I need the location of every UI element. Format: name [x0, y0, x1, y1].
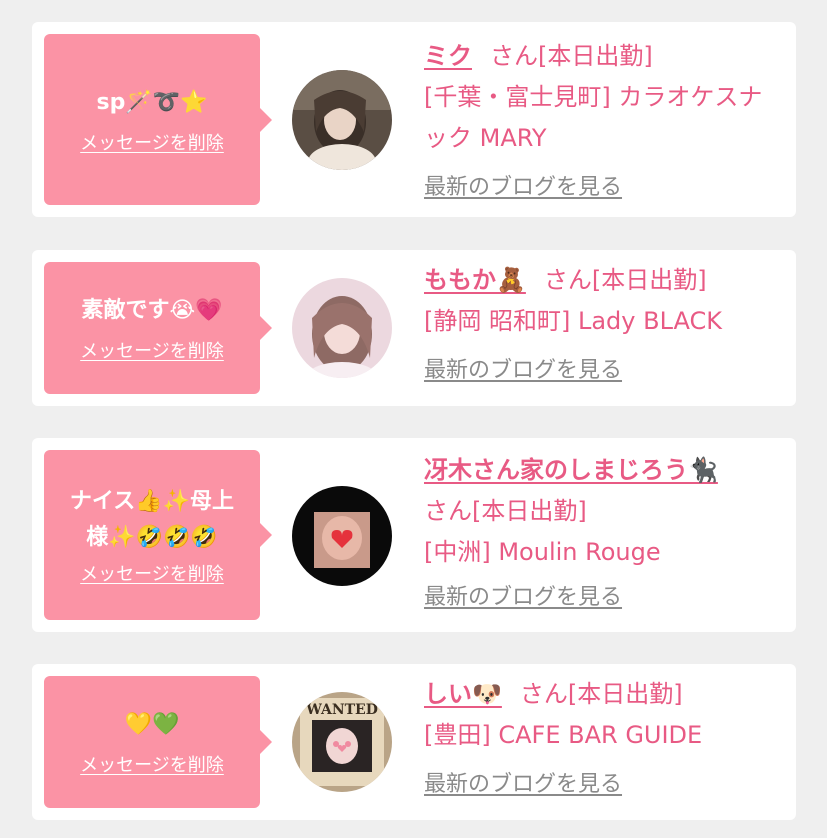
message-bubble: ナイス👍✨母上 様✨🤣🤣🤣 メッセージを削除 [44, 450, 272, 620]
message-text: 💛💚 [124, 712, 180, 737]
latest-blog-link[interactable]: 最新のブログを見る [424, 579, 622, 611]
message-text: 素敵です😭💗 [81, 298, 223, 323]
delete-message-link[interactable]: メッセージを削除 [80, 129, 224, 155]
girl-name-link[interactable]: 冴木さん家のしまじろう🐈‍⬛ [424, 456, 718, 484]
message-text-line: 様✨🤣🤣🤣 [86, 525, 218, 550]
message-bubble: 素敵です😭💗 メッセージを削除 [44, 262, 272, 394]
girl-info: 冴木さん家のしまじろう🐈‍⬛ さん[本日出勤] [中洲] Moulin Roug… [424, 450, 774, 611]
status-text: さん[本日出勤] [424, 497, 587, 525]
latest-blog-link[interactable]: 最新のブログを見る [424, 352, 622, 384]
girl-info: ももか🧸 さん[本日出勤] [静岡 昭和町] Lady BLACK 最新のブログを… [424, 260, 774, 384]
girl-name-link[interactable]: ミク [424, 42, 472, 70]
message-bubble: 💛💚 メッセージを削除 [44, 676, 272, 808]
message-card: sp🪄➰⭐️ メッセージを削除 ミク さん[本日出勤] [千葉・富士見町] カラオ… [32, 22, 796, 217]
shop-text: [豊田] CAFE BAR GUIDE [424, 721, 703, 749]
girl-name-link[interactable]: しい🐶 [424, 680, 502, 708]
message-card: 素敵です😭💗 メッセージを削除 ももか🧸 さん[本日出勤] [静岡 昭和町] La… [32, 250, 796, 406]
status-text: さん[本日出勤] [543, 266, 707, 294]
girl-info: ミク さん[本日出勤] [千葉・富士見町] カラオケスナック MARY 最新のブロ… [424, 36, 774, 201]
avatar[interactable] [292, 278, 392, 378]
latest-blog-link[interactable]: 最新のブログを見る [424, 169, 622, 201]
avatar[interactable]: WANTED [292, 692, 392, 792]
latest-blog-link[interactable]: 最新のブログを見る [424, 766, 622, 798]
message-text-line: ナイス👍✨母上 [69, 489, 235, 514]
message-card: ナイス👍✨母上 様✨🤣🤣🤣 メッセージを削除 冴木さん家のしまじろう🐈‍⬛ さん… [32, 438, 796, 632]
avatar[interactable] [292, 70, 392, 170]
wanted-sign-text: WANTED [305, 702, 378, 718]
girl-info: しい🐶 さん[本日出勤] [豊田] CAFE BAR GUIDE 最新のブログを見… [424, 674, 774, 798]
status-text: さん[本日出勤] [490, 42, 653, 70]
girl-name-link[interactable]: ももか🧸 [424, 266, 526, 294]
shop-text: [中洲] Moulin Rouge [424, 538, 661, 566]
avatar[interactable] [292, 486, 392, 586]
message-bubble: sp🪄➰⭐️ メッセージを削除 [44, 34, 272, 205]
delete-message-link[interactable]: メッセージを削除 [80, 560, 224, 586]
delete-message-link[interactable]: メッセージを削除 [80, 337, 224, 363]
shop-text: [静岡 昭和町] Lady BLACK [424, 307, 723, 335]
status-text: さん[本日出勤] [519, 680, 683, 708]
shop-text: [千葉・富士見町] カラオケスナック MARY [424, 83, 763, 152]
delete-message-link[interactable]: メッセージを削除 [80, 751, 224, 777]
message-card: 💛💚 メッセージを削除 WANTED しい🐶 さん[本日出勤] [豊田] CAFE… [32, 664, 796, 820]
message-text: ナイス👍✨母上 様✨🤣🤣🤣 [60, 484, 244, 556]
message-text: sp🪄➰⭐️ [96, 89, 208, 115]
